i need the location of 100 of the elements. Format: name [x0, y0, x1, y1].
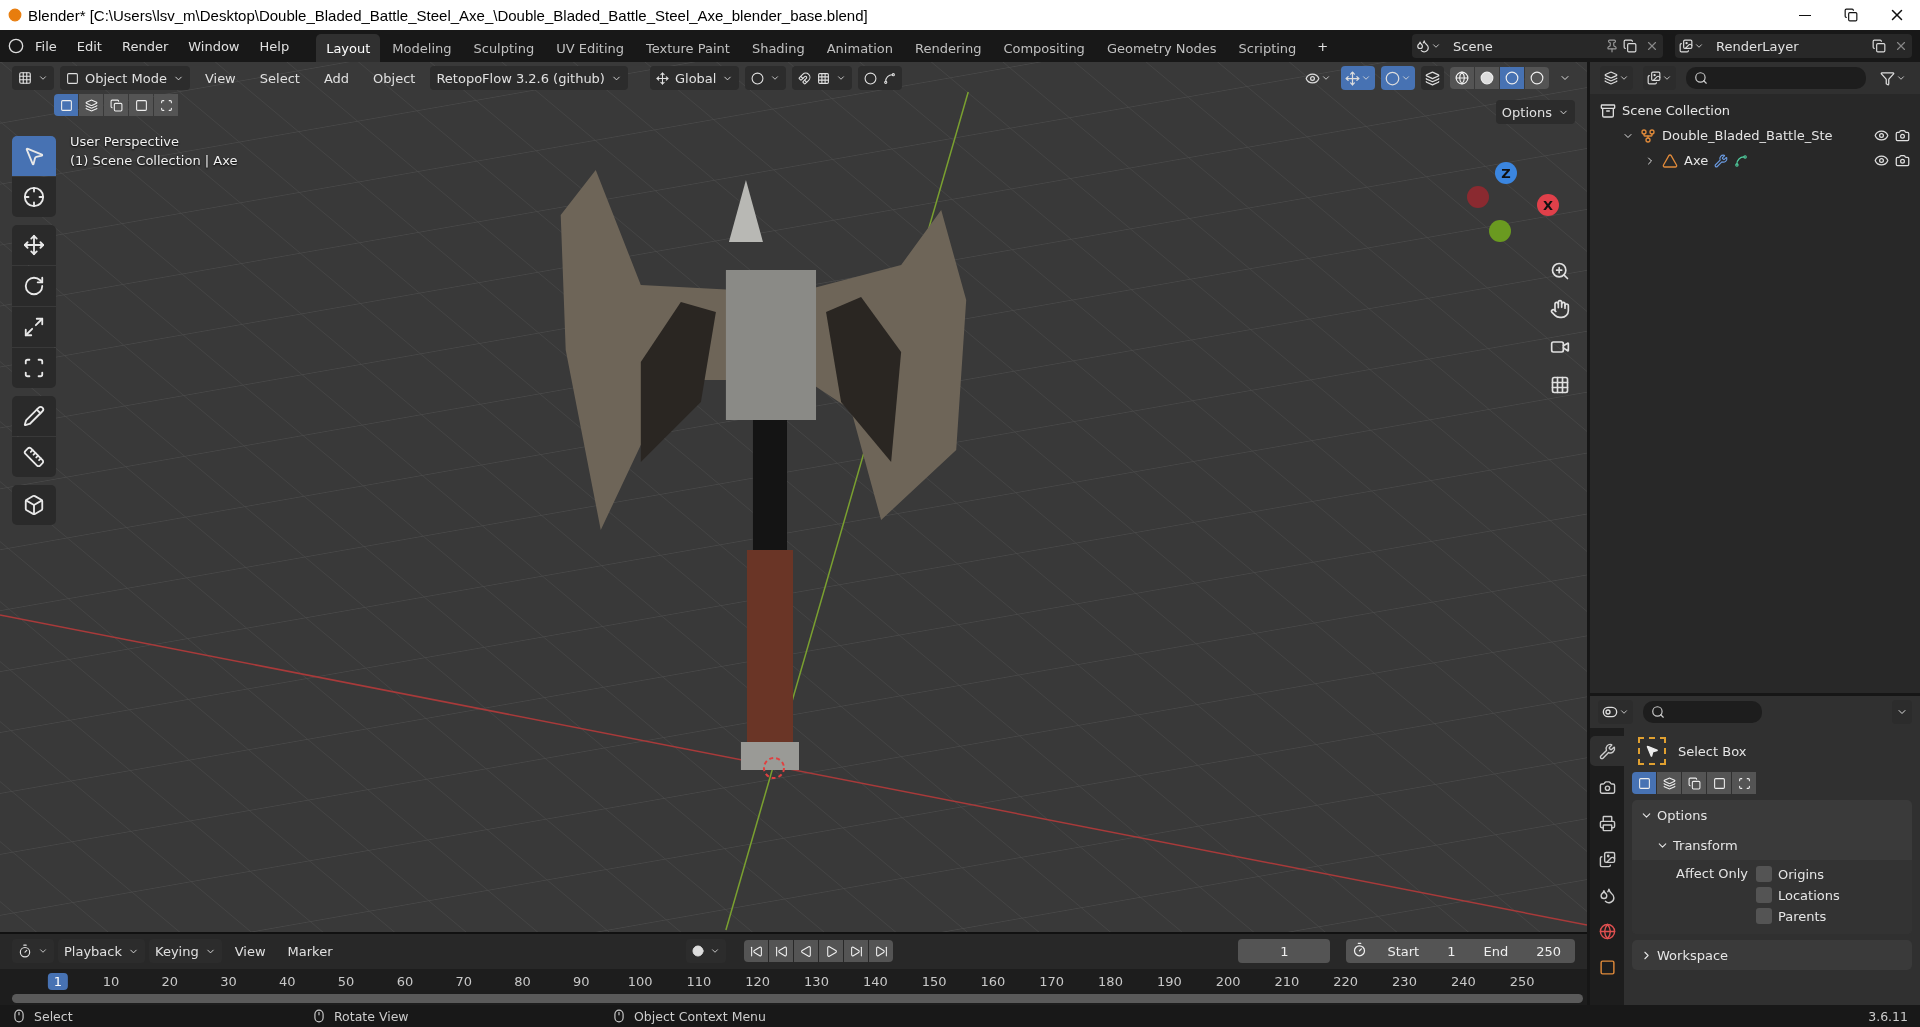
jump-start-button[interactable] [744, 940, 769, 963]
frame-number[interactable]: 80 [508, 973, 537, 990]
select-mode-button[interactable] [79, 94, 103, 116]
next-keyframe-button[interactable] [844, 940, 869, 963]
editor-type-dropdown[interactable] [1598, 700, 1633, 724]
viewport-menu-item[interactable]: Object [364, 66, 425, 90]
panel-header[interactable]: Workspace [1632, 940, 1912, 970]
select-mode-button[interactable] [1657, 772, 1681, 794]
editor-type-dropdown[interactable] [12, 939, 54, 964]
timeline-menu-dropdown[interactable]: Keying [149, 939, 222, 964]
play-reverse-button[interactable] [794, 940, 819, 963]
menu-item[interactable]: Render [112, 34, 178, 58]
viewport-menu-item[interactable]: Add [314, 66, 359, 90]
search-field[interactable] [1686, 67, 1866, 89]
frame-number[interactable]: 170 [1033, 973, 1071, 990]
prev-keyframe-button[interactable] [769, 940, 794, 963]
checkbox[interactable] [1756, 908, 1772, 924]
menu-item[interactable]: Edit [67, 34, 111, 58]
frame-number[interactable]: 130 [798, 973, 835, 990]
mode-dropdown[interactable]: Object Mode [60, 66, 190, 90]
snap-dropdown[interactable] [792, 66, 853, 90]
select-mode-button[interactable] [1682, 772, 1706, 794]
frame-number[interactable]: 230 [1386, 973, 1423, 990]
frame-number[interactable]: 100 [621, 973, 659, 990]
frame-number[interactable]: 160 [974, 973, 1012, 990]
pivot-dropdown[interactable] [745, 66, 787, 90]
select-mode-button[interactable] [1732, 772, 1756, 794]
frame-number[interactable]: 30 [214, 973, 243, 990]
tool-button[interactable] [12, 437, 56, 477]
tool-button[interactable] [12, 396, 56, 436]
search-field[interactable] [1643, 701, 1762, 723]
viewport-menu-item[interactable]: View [195, 66, 245, 90]
xray-toggle[interactable] [1421, 66, 1444, 90]
outliner-item[interactable]: Double_Bladed_Battle_Ste [1662, 128, 1833, 143]
tool-button[interactable] [12, 307, 56, 347]
timeline-menu-item[interactable]: Marker [278, 940, 342, 963]
wrench-icon[interactable] [1714, 153, 1729, 168]
camera-icon[interactable] [1895, 153, 1910, 168]
select-mode-button[interactable] [129, 94, 153, 116]
frame-number[interactable]: 50 [331, 973, 361, 990]
visibility-icon[interactable] [1874, 153, 1889, 168]
frame-number[interactable]: 220 [1327, 973, 1365, 990]
frame-number[interactable]: 70 [449, 973, 478, 990]
workspace-tab[interactable]: UV Editing [546, 34, 634, 62]
panel-header[interactable]: Options [1632, 800, 1912, 830]
visibility-icon[interactable] [1874, 128, 1889, 143]
select-mode-button[interactable] [54, 94, 78, 116]
timeline-scrollbar[interactable] [12, 994, 1583, 1003]
timeline-menu-dropdown[interactable]: Playback [58, 939, 145, 964]
properties-tab[interactable] [1590, 736, 1624, 766]
addon-dropdown[interactable]: RetopoFlow 3.2.6 (github) [430, 66, 628, 90]
tool-button[interactable] [12, 177, 56, 217]
frame-number[interactable]: 20 [155, 973, 184, 990]
tool-button[interactable] [12, 348, 56, 388]
overlays-toggle[interactable] [1381, 66, 1415, 90]
frame-number[interactable]: 140 [856, 973, 894, 990]
options-dropdown[interactable]: Options [1495, 100, 1575, 124]
workspace-tab[interactable]: Rendering [905, 34, 992, 62]
subpanel-header[interactable]: Transform [1632, 830, 1912, 860]
play-button[interactable] [819, 940, 844, 963]
editor-type-dropdown[interactable] [12, 66, 54, 90]
viewport-menu-item[interactable]: Select [250, 66, 309, 90]
workspace-tab[interactable]: Layout [316, 34, 381, 62]
current-frame-field[interactable]: 1 [1238, 939, 1331, 964]
frame-number[interactable]: 250 [1503, 973, 1541, 990]
shading-mode-button[interactable] [1475, 67, 1499, 89]
checkbox[interactable] [1756, 887, 1772, 903]
options-dropdown[interactable] [1892, 700, 1912, 724]
frame-number[interactable]: 1 [47, 973, 69, 990]
frame-number[interactable]: 240 [1444, 973, 1482, 990]
outliner-item[interactable]: Axe [1684, 153, 1709, 168]
frame-number[interactable]: 150 [915, 973, 953, 990]
outliner-item[interactable]: Scene Collection [1622, 103, 1731, 118]
frame-number[interactable]: 60 [390, 973, 420, 990]
workspace-tab[interactable]: Animation [816, 34, 903, 62]
camera-icon[interactable] [1895, 128, 1910, 143]
tool-button[interactable] [12, 485, 56, 525]
proportional-edit-dropdown[interactable] [858, 66, 903, 90]
tool-button[interactable] [12, 225, 56, 265]
jump-end-button[interactable] [869, 940, 894, 963]
checkbox[interactable] [1756, 866, 1772, 882]
record-button[interactable] [686, 939, 727, 964]
frame-number[interactable]: 200 [1209, 973, 1247, 990]
tool-button[interactable] [12, 266, 56, 306]
frame-number[interactable]: 120 [739, 973, 777, 990]
frame-range-field[interactable]: Start 1 End 250 [1346, 939, 1575, 964]
gizmo-toggle[interactable] [1341, 66, 1375, 90]
add-workspace-button[interactable]: + [1308, 34, 1338, 58]
shading-mode-button[interactable] [1450, 67, 1474, 89]
workspace-tab[interactable]: Geometry Nodes [1096, 34, 1227, 62]
orientation-dropdown[interactable]: Global [649, 66, 740, 90]
workspace-tab[interactable]: Modeling [382, 34, 462, 62]
workspace-tab[interactable]: Sculpting [463, 34, 545, 62]
frame-number[interactable]: 190 [1150, 973, 1188, 990]
display-mode-dropdown[interactable] [1600, 66, 1633, 90]
workspace-tab[interactable]: Shading [741, 34, 815, 62]
workspace-tab[interactable]: Compositing [993, 34, 1095, 62]
frame-number[interactable]: 90 [567, 973, 596, 990]
select-mode-button[interactable] [1632, 772, 1656, 794]
select-mode-button[interactable] [104, 94, 128, 116]
